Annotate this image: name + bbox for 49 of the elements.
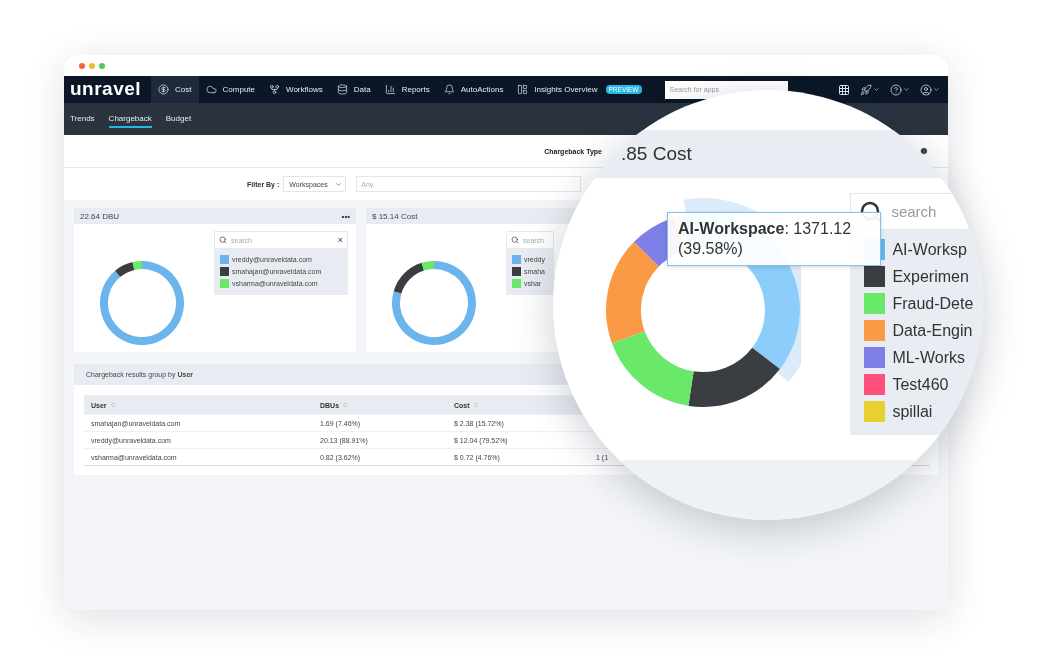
info-icon[interactable] xyxy=(920,147,928,155)
legend-item[interactable]: ML-Works xyxy=(864,344,983,371)
user-icon[interactable] xyxy=(920,83,932,96)
card-title: .85 Cost xyxy=(621,143,692,165)
bar-chart-icon xyxy=(384,84,396,95)
caret-icon[interactable] xyxy=(873,86,880,93)
donut-slice[interactable] xyxy=(115,262,135,277)
donut-slice[interactable] xyxy=(132,261,142,270)
card-title: 22.64 DBU xyxy=(80,211,120,221)
dollar-icon xyxy=(158,84,170,95)
card-title: $ 15.14 Cost xyxy=(372,211,418,221)
chart-tooltip: AI-Workspace: 1371.12 (39.58%) xyxy=(667,212,881,266)
nav-tab[interactable]: Workflows xyxy=(262,76,330,103)
panel-icon xyxy=(517,84,529,95)
bell-icon xyxy=(443,84,455,95)
grid-icon[interactable] xyxy=(838,83,850,96)
nav-tab[interactable]: Data xyxy=(329,76,378,103)
search-icon xyxy=(219,236,227,244)
nav-tab[interactable]: Cost xyxy=(151,76,199,103)
nav-tab[interactable]: Reports xyxy=(377,76,437,103)
fork-icon xyxy=(269,84,280,95)
legend-item[interactable]: Test460 xyxy=(864,371,983,398)
donut-slice[interactable] xyxy=(392,261,476,345)
legend-item[interactable]: Experimen xyxy=(864,263,983,290)
clear-button[interactable]: × xyxy=(337,235,343,245)
search-icon xyxy=(511,236,519,244)
database-icon xyxy=(336,84,348,95)
logo[interactable]: unravel xyxy=(64,77,152,102)
donut-slice[interactable] xyxy=(421,261,434,271)
donut-slice[interactable] xyxy=(393,262,424,294)
window-dot[interactable] xyxy=(79,62,85,69)
sub-tab[interactable]: Budget xyxy=(165,110,192,128)
legend-item[interactable]: spillai xyxy=(864,398,983,425)
sub-tab[interactable]: Trends xyxy=(70,110,95,128)
sub-tab[interactable]: Chargeback xyxy=(108,110,152,128)
rocket-icon[interactable] xyxy=(860,83,872,96)
legend-item[interactable]: Data-Engin xyxy=(864,317,983,344)
nav-tab[interactable]: Compute xyxy=(198,76,262,103)
window-dot[interactable] xyxy=(99,62,105,69)
donut-slice[interactable] xyxy=(688,347,780,407)
caret-icon[interactable] xyxy=(933,86,940,93)
caret-icon xyxy=(335,180,343,188)
nav-tab[interactable]: AutoActions xyxy=(436,76,511,103)
window-dot[interactable] xyxy=(89,62,95,69)
more-button[interactable]: ••• xyxy=(341,211,350,221)
help-icon[interactable] xyxy=(890,83,902,96)
legend-item[interactable]: Fraud-Dete xyxy=(864,290,983,317)
caret-icon[interactable] xyxy=(903,86,910,93)
cloud-icon xyxy=(205,84,217,95)
